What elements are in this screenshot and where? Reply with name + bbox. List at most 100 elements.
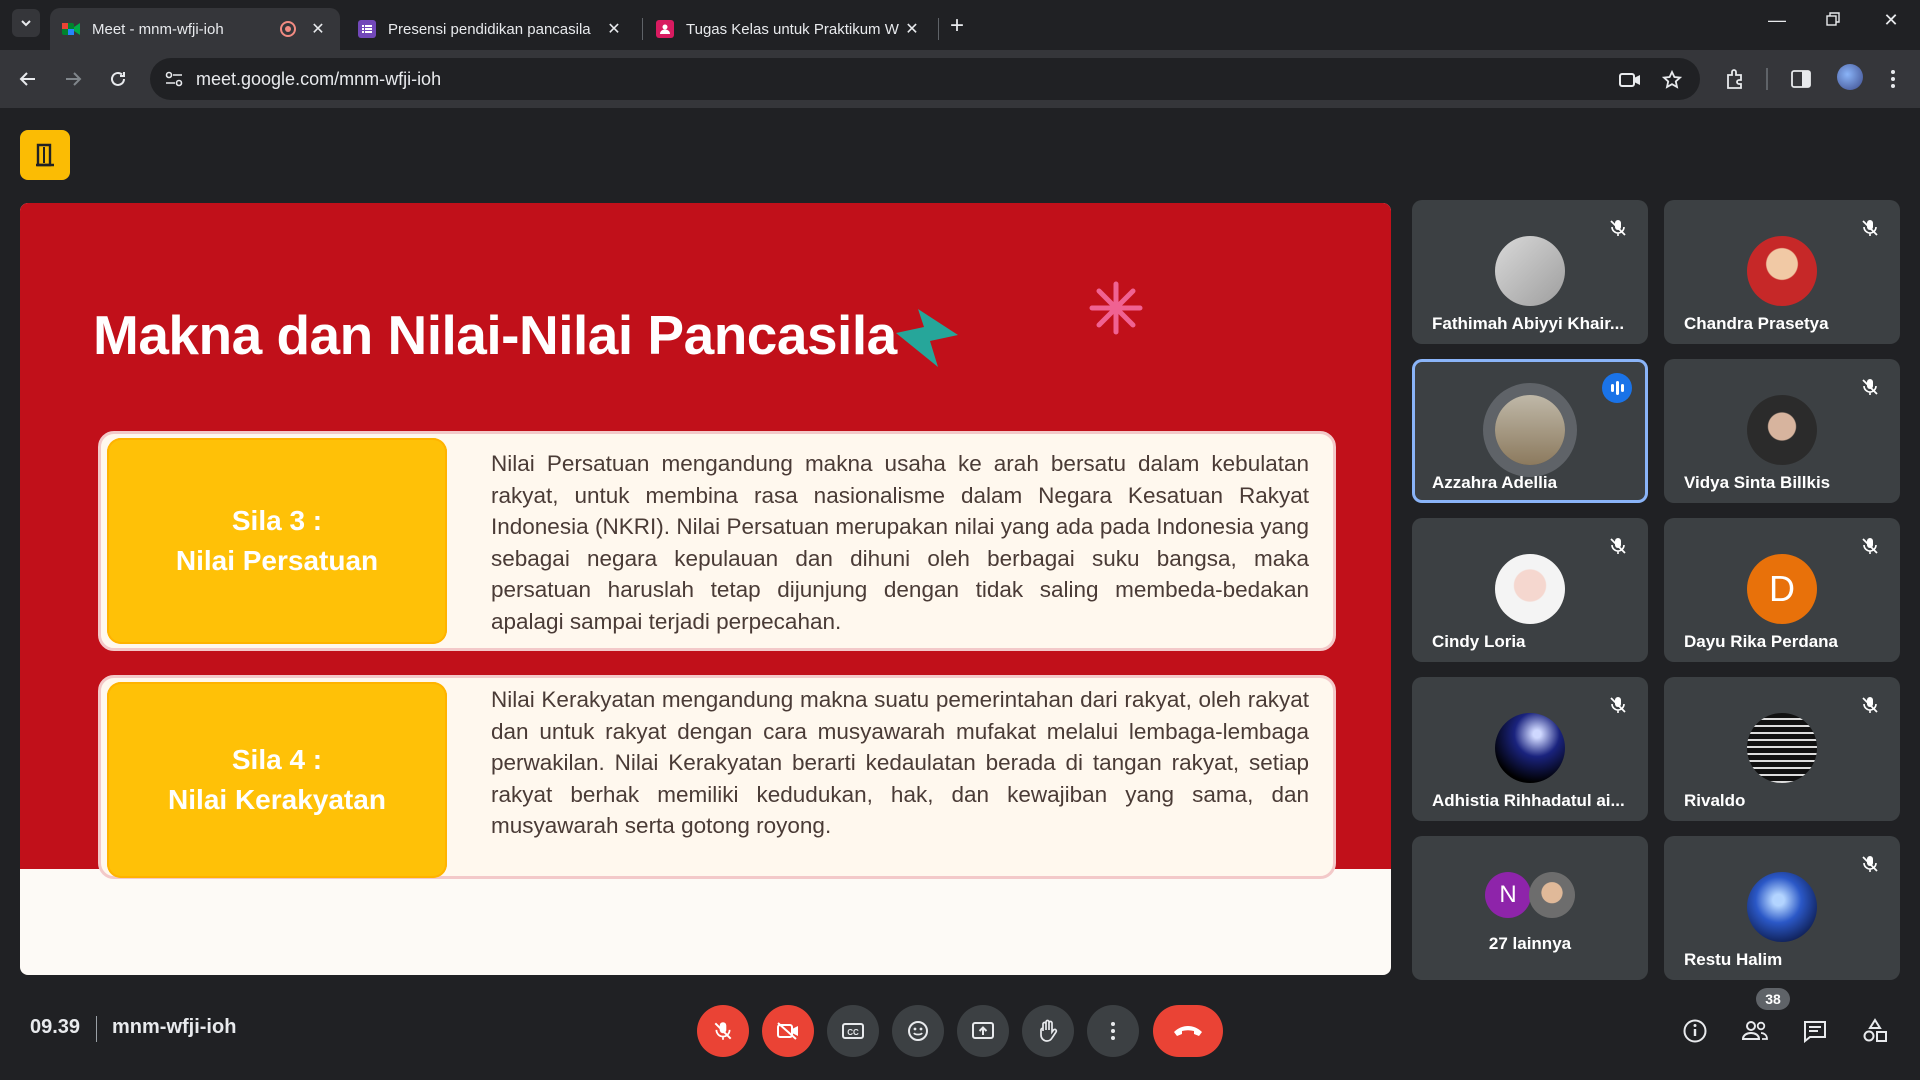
classroom-icon xyxy=(656,20,674,38)
participant-tile[interactable]: Adhistia Rihhadatul ai... xyxy=(1412,677,1648,821)
camera-off-icon xyxy=(777,1022,798,1040)
mic-off-icon xyxy=(1610,697,1626,713)
card-label: Sila 3 : Nilai Persatuan xyxy=(107,438,447,644)
meeting-activity-button[interactable] xyxy=(20,130,70,180)
activities-button[interactable] xyxy=(1860,1016,1890,1046)
close-tab-icon[interactable]: ✕ xyxy=(308,19,328,39)
divider xyxy=(96,1016,97,1042)
camera-in-use-icon[interactable] xyxy=(1618,68,1642,92)
mic-off-icon xyxy=(1862,538,1878,554)
more-vert-icon xyxy=(1111,1022,1115,1040)
participant-tile[interactable]: Chandra Prasetya xyxy=(1664,200,1900,344)
tab-tugas[interactable]: Tugas Kelas untuk Praktikum W ✕ xyxy=(644,8,934,50)
browser-toolbar: meet.google.com/mnm-wfji-ioh xyxy=(0,50,1920,108)
reactions-button[interactable] xyxy=(892,1005,944,1057)
avatar xyxy=(1747,713,1817,783)
card-label-line1: Sila 3 : xyxy=(231,505,323,536)
avatar xyxy=(1747,236,1817,306)
presentation-slide: Makna dan Nilai-Nilai Pancasila Sila 3 :… xyxy=(20,203,1391,975)
menu-kebab-icon[interactable] xyxy=(1880,66,1906,92)
info-card-sila-3: Sila 3 : Nilai Persatuan Nilai Persatuan… xyxy=(98,431,1336,651)
people-button[interactable] xyxy=(1740,1016,1770,1046)
reload-button[interactable] xyxy=(103,64,133,94)
bookmark-star-icon[interactable] xyxy=(1660,68,1684,92)
participant-tile[interactable]: Rivaldo xyxy=(1664,677,1900,821)
others-tile[interactable]: N 27 lainnya xyxy=(1412,836,1648,980)
toggle-camera-button[interactable] xyxy=(762,1005,814,1057)
participant-name: Vidya Sinta Billkis xyxy=(1684,473,1831,492)
url-text: meet.google.com/mnm-wfji-ioh xyxy=(196,69,442,89)
present-screen-button[interactable] xyxy=(957,1005,1009,1057)
asterisk-decoration-icon xyxy=(1089,281,1143,335)
mic-off-icon xyxy=(1862,379,1878,395)
mic-off-icon xyxy=(714,1022,732,1040)
new-tab-button[interactable]: + xyxy=(950,12,964,40)
participant-tile[interactable]: Restu Halim xyxy=(1664,836,1900,980)
reload-icon xyxy=(111,71,125,86)
recording-icon xyxy=(280,21,296,37)
chat-icon xyxy=(1804,1021,1826,1043)
info-icon xyxy=(1683,1019,1707,1043)
address-bar[interactable]: meet.google.com/mnm-wfji-ioh xyxy=(150,58,1700,100)
participant-name: Chandra Prasetya xyxy=(1684,314,1829,333)
raise-hand-button[interactable] xyxy=(1022,1005,1074,1057)
card-label-line2: Nilai Kerakyatan xyxy=(168,784,386,815)
mic-off-icon xyxy=(1862,697,1878,713)
tab-search-button[interactable] xyxy=(12,9,40,37)
meeting-details-button[interactable] xyxy=(1680,1016,1710,1046)
extensions-icon[interactable] xyxy=(1722,66,1748,92)
avatar xyxy=(1747,395,1817,465)
site-settings-icon[interactable] xyxy=(164,70,184,88)
closed-captions-icon: CC xyxy=(842,1023,864,1039)
zigzag-decoration-icon xyxy=(896,309,958,367)
close-tab-icon[interactable]: ✕ xyxy=(604,19,624,39)
shapes-icon xyxy=(1863,1018,1887,1042)
close-tab-icon[interactable]: ✕ xyxy=(902,19,922,39)
card-body-text: Nilai Persatuan mengandung makna usaha k… xyxy=(491,451,1309,634)
avatar xyxy=(1495,395,1565,465)
card-body-text: Nilai Kerakyatan mengandung makna suatu … xyxy=(491,687,1309,838)
tab-presensi[interactable]: Presensi pendidikan pancasila ✕ xyxy=(346,8,636,50)
mic-off-icon xyxy=(1862,856,1878,872)
forward-button[interactable] xyxy=(58,64,88,94)
profile-avatar[interactable] xyxy=(1837,64,1863,90)
participant-tile[interactable]: Vidya Sinta Billkis xyxy=(1664,359,1900,503)
google-meet-icon xyxy=(62,20,80,38)
avatar-initial: N xyxy=(1485,872,1531,918)
arrow-right-icon xyxy=(66,72,82,86)
end-call-icon xyxy=(1174,1026,1202,1036)
participant-tile-speaking[interactable]: Azzahra Adellia xyxy=(1412,359,1648,503)
participant-name: Dayu Rika Perdana xyxy=(1684,632,1839,651)
others-count-label: 27 lainnya xyxy=(1488,934,1572,953)
google-forms-icon xyxy=(358,20,376,38)
minimize-button[interactable]: — xyxy=(1762,10,1792,31)
leave-call-button[interactable] xyxy=(1153,1005,1223,1057)
tab-meet[interactable]: Meet - mnm-wfji-ioh ✕ xyxy=(50,8,340,50)
participant-tile[interactable]: D Dayu Rika Perdana xyxy=(1664,518,1900,662)
chat-button[interactable] xyxy=(1800,1016,1830,1046)
participant-name: Adhistia Rihhadatul ai... xyxy=(1432,791,1625,810)
back-button[interactable] xyxy=(13,64,43,94)
side-panel-icon[interactable] xyxy=(1788,66,1814,92)
participant-tile[interactable]: Fathimah Abiyyi Khair... xyxy=(1412,200,1648,344)
tab-strip: Meet - mnm-wfji-ioh ✕ Presensi pendidika… xyxy=(0,0,1920,50)
participant-tile[interactable]: Cindy Loria xyxy=(1412,518,1648,662)
restore-button[interactable] xyxy=(1818,10,1848,31)
toolbar-divider xyxy=(1766,68,1768,90)
participant-name: Azzahra Adellia xyxy=(1432,473,1558,492)
people-icon xyxy=(1741,1021,1768,1040)
more-options-button[interactable] xyxy=(1087,1005,1139,1057)
avatar-initial: D xyxy=(1747,554,1817,624)
emoji-icon xyxy=(908,1021,928,1041)
avatar xyxy=(1495,554,1565,624)
captions-button[interactable]: CC xyxy=(827,1005,879,1057)
info-card-sila-4: Sila 4 : Nilai Kerakyatan Nilai Kerakyat… xyxy=(98,675,1336,879)
arrow-left-icon xyxy=(19,72,35,86)
meeting-code: mnm-wfji-ioh xyxy=(112,1016,237,1038)
card-label-line2: Nilai Persatuan xyxy=(175,545,379,576)
close-window-button[interactable]: ✕ xyxy=(1876,10,1906,31)
toggle-mic-button[interactable] xyxy=(697,1005,749,1057)
mic-off-icon xyxy=(1610,220,1626,236)
avatar xyxy=(1495,236,1565,306)
participant-count-badge: 38 xyxy=(1756,988,1790,1010)
